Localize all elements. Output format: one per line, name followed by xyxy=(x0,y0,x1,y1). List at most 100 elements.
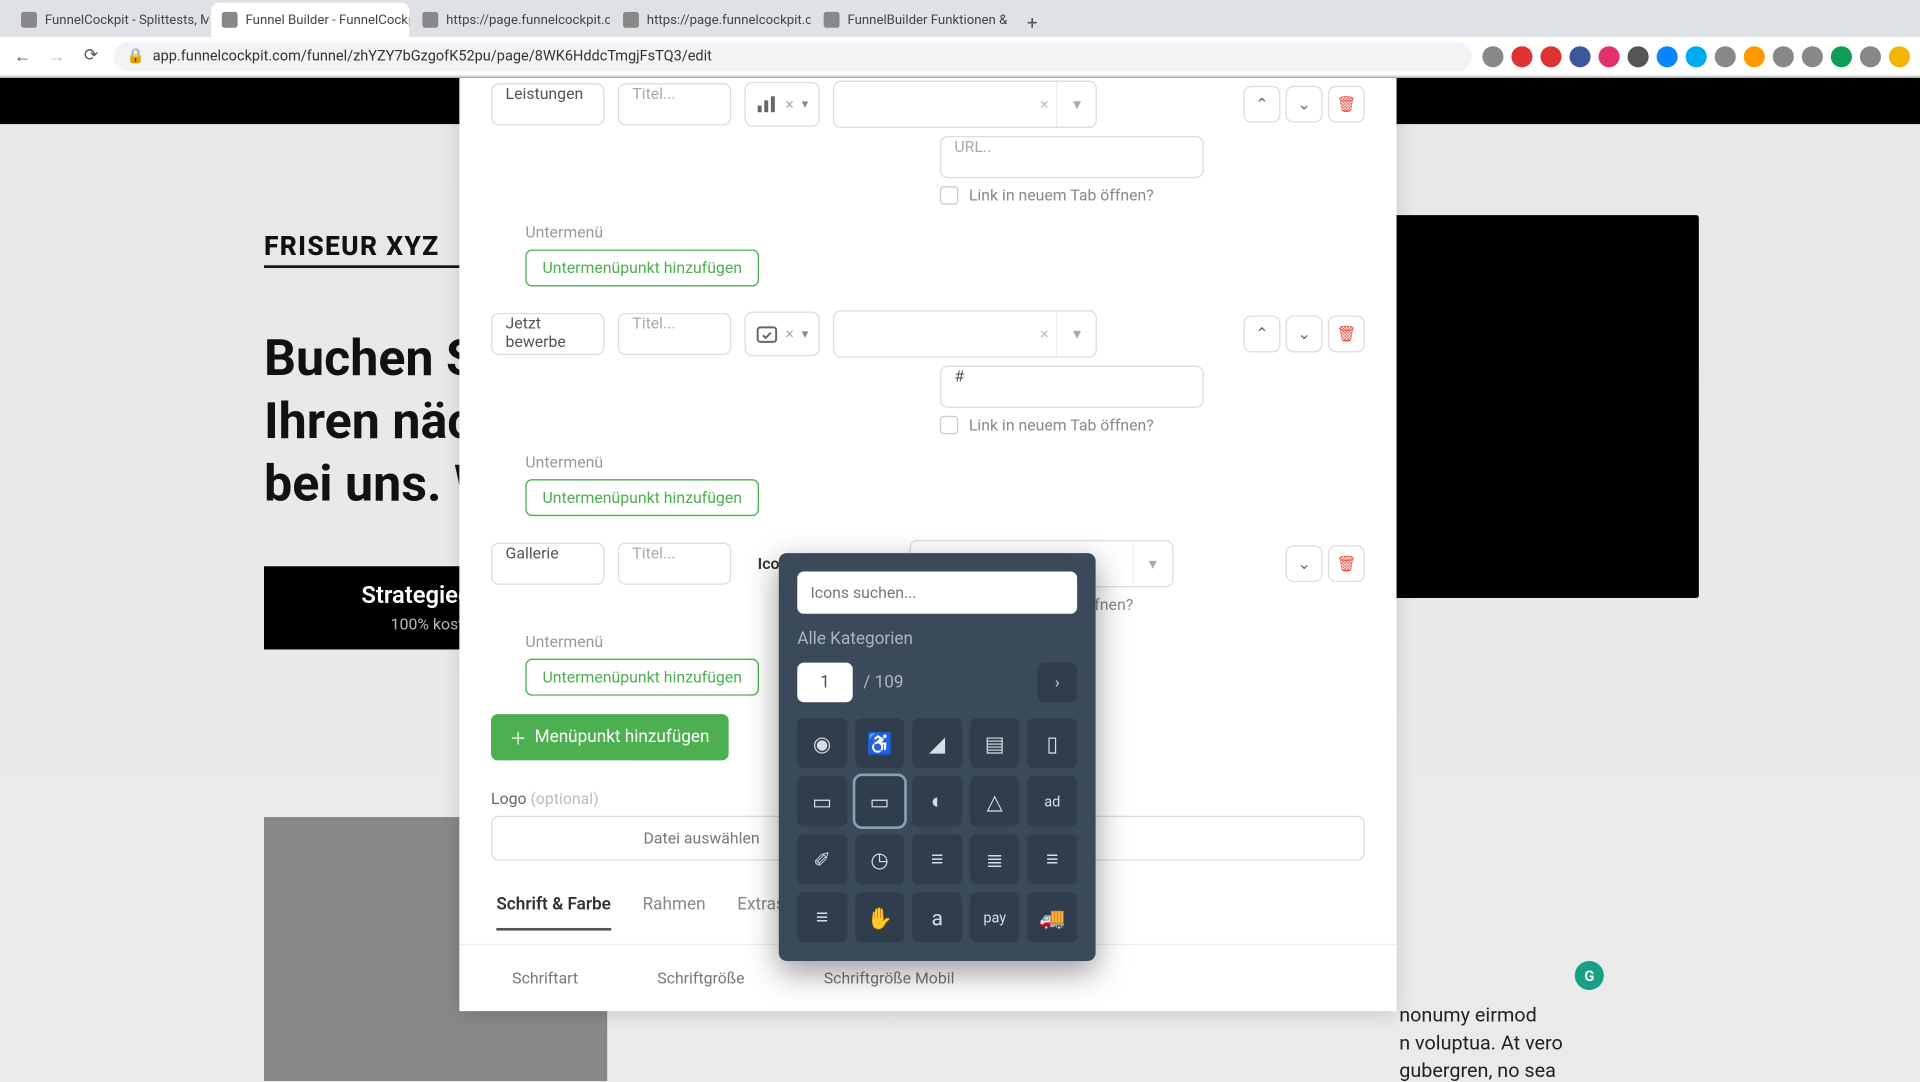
extension-icon[interactable] xyxy=(1889,46,1910,67)
chart-bar-icon xyxy=(756,95,777,113)
id-card-icon[interactable]: ▭ xyxy=(797,776,847,826)
contact-card-icon[interactable]: ▭ xyxy=(855,776,905,826)
icon-page-next-button[interactable]: › xyxy=(1038,663,1078,703)
browser-tab[interactable]: https://page.funnelcockpit.co× xyxy=(612,3,810,37)
extension-icon[interactable] xyxy=(1715,46,1736,67)
icon-select[interactable]: × ▾ xyxy=(744,82,820,127)
extension-icon[interactable] xyxy=(1657,46,1678,67)
brand-underline xyxy=(264,265,462,268)
clear-icon[interactable]: × xyxy=(1040,95,1048,113)
clear-icon[interactable]: × xyxy=(785,325,793,343)
menu-item-row: Leistungen Titel... × ▾ × ▾ ⌃ ⌄ 🗑 xyxy=(459,78,1396,128)
icon-category-select[interactable]: Alle Kategorien xyxy=(797,630,1077,650)
clear-icon[interactable]: × xyxy=(785,95,793,113)
brush-icon[interactable]: ✐ xyxy=(797,834,847,884)
move-up-button[interactable]: ⌃ xyxy=(1243,86,1280,123)
add-submenu-button[interactable]: Untermenüpunkt hinzufügen xyxy=(525,659,759,696)
menu-name-input[interactable]: Jetzt bewerbe xyxy=(491,313,605,355)
submenu-label: Untermenü xyxy=(525,453,1365,471)
tab-schrift-farbe[interactable]: Schrift & Farbe xyxy=(496,895,611,931)
reload-button[interactable]: ⟳ xyxy=(79,44,103,68)
wheelchair-icon[interactable]: ♿ xyxy=(855,718,905,768)
delete-button[interactable]: 🗑 xyxy=(1328,315,1365,352)
forward-button[interactable]: → xyxy=(45,44,69,68)
menu-name-input[interactable]: Gallerie xyxy=(491,543,605,585)
tab-extras[interactable]: Extras xyxy=(737,895,785,931)
id-badge-icon[interactable]: ▯ xyxy=(1027,718,1077,768)
browser-tab[interactable]: Funnel Builder - FunnelCockpit× xyxy=(211,3,409,37)
move-down-button[interactable]: ⌄ xyxy=(1286,86,1323,123)
chevron-down-icon: ▾ xyxy=(1057,82,1097,127)
font-size-label: Schriftgröße xyxy=(657,969,744,987)
menu-name-input[interactable]: Leistungen xyxy=(491,83,605,125)
align-center-icon[interactable]: ≡ xyxy=(912,834,962,884)
extension-icon[interactable] xyxy=(1569,46,1590,67)
move-up-button[interactable]: ⌃ xyxy=(1243,315,1280,352)
align-left-icon[interactable]: ≡ xyxy=(1027,834,1077,884)
tab-rahmen[interactable]: Rahmen xyxy=(643,895,706,931)
stopwatch-icon[interactable]: ◷ xyxy=(855,834,905,884)
checkbox-label: Link in neuem Tab öffnen? xyxy=(969,186,1154,204)
extension-icon[interactable] xyxy=(1860,46,1881,67)
extension-icon[interactable] xyxy=(1744,46,1765,67)
add-submenu-button[interactable]: Untermenüpunkt hinzufügen xyxy=(525,479,759,516)
fingerprint-icon[interactable]: ◉ xyxy=(797,718,847,768)
favicon-icon xyxy=(222,12,238,28)
browser-tab[interactable]: FunnelBuilder Funktionen & Ei× xyxy=(813,3,1011,37)
url-input[interactable]: URL.. xyxy=(940,136,1204,178)
align-justify-icon[interactable]: ≣ xyxy=(970,834,1020,884)
extension-icon[interactable] xyxy=(1540,46,1561,67)
icon-picker-popover: Alle Kategorien 1 / 109 › ◉♿◢▤▯▭▭◐△ad✐◷≡… xyxy=(779,553,1096,961)
contrast-icon[interactable]: ◐ xyxy=(912,776,962,826)
browser-tab[interactable]: FunnelCockpit - Splittests, Ma× xyxy=(11,3,209,37)
a-triangle-icon[interactable]: △ xyxy=(970,776,1020,826)
move-down-button[interactable]: ⌄ xyxy=(1286,315,1323,352)
delete-button[interactable]: 🗑 xyxy=(1328,86,1365,123)
extension-icon[interactable] xyxy=(1802,46,1823,67)
triangle-pen-icon[interactable]: ◢ xyxy=(912,718,962,768)
icon-page-input[interactable]: 1 xyxy=(797,663,852,703)
chevron-down-icon: ▾ xyxy=(1057,312,1097,357)
back-button[interactable]: ← xyxy=(11,44,35,68)
hand-icon[interactable]: ✋ xyxy=(855,892,905,942)
ad-icon[interactable]: ad xyxy=(1027,776,1077,826)
checkbox-label: Link in neuem Tab öffnen? xyxy=(969,416,1154,434)
extension-icon[interactable] xyxy=(1773,46,1794,67)
new-tab-button[interactable]: + xyxy=(1019,11,1045,37)
move-down-button[interactable]: ⌄ xyxy=(1286,545,1323,582)
address-book-icon[interactable]: ▤ xyxy=(970,718,1020,768)
shipping-truck-icon[interactable]: 🚚 xyxy=(1027,892,1077,942)
menu-title-input[interactable]: Titel... xyxy=(618,543,732,585)
extension-icon[interactable] xyxy=(1686,46,1707,67)
icon-select[interactable]: × ▾ xyxy=(744,312,820,357)
extension-icon[interactable] xyxy=(1831,46,1852,67)
icon-search-input[interactable] xyxy=(797,572,1077,614)
add-submenu-button[interactable]: Untermenüpunkt hinzufügen xyxy=(525,249,759,286)
tab-label: https://page.funnelcockpit.co xyxy=(446,13,610,28)
amazon-icon[interactable]: a xyxy=(912,892,962,942)
url-input[interactable]: 🔒 app.funnelcockpit.com/funnel/zhYZY7bGz… xyxy=(114,42,1472,71)
new-tab-checkbox[interactable] xyxy=(940,416,958,434)
clear-icon[interactable]: × xyxy=(1040,325,1048,343)
extension-icon[interactable] xyxy=(1511,46,1532,67)
grammarly-badge-icon[interactable]: G xyxy=(1575,961,1604,990)
page-select[interactable]: × ▾ xyxy=(833,310,1097,358)
menu-title-input[interactable]: Titel... xyxy=(618,83,732,125)
add-menu-item-button[interactable]: ＋ Menüpunkt hinzufügen xyxy=(491,714,728,760)
url-input[interactable]: # xyxy=(940,366,1204,408)
url-text: app.funnelcockpit.com/funnel/zhYZY7bGzgo… xyxy=(153,48,712,65)
align-right-icon[interactable]: ≡ xyxy=(797,892,847,942)
delete-button[interactable]: 🗑 xyxy=(1328,545,1365,582)
page-select[interactable]: × ▾ xyxy=(833,81,1097,129)
menu-title-input[interactable]: Titel... xyxy=(618,313,732,355)
font-family-label: Schriftart xyxy=(512,969,578,987)
extension-icon[interactable] xyxy=(1628,46,1649,67)
extension-icon[interactable] xyxy=(1482,46,1503,67)
chevron-down-icon: ▾ xyxy=(802,97,809,112)
extension-icon[interactable] xyxy=(1599,46,1620,67)
logo-label: Logo xyxy=(491,789,526,807)
browser-tab[interactable]: https://page.funnelcockpit.co× xyxy=(412,3,610,37)
calendar-check-icon xyxy=(756,325,777,343)
amazon-pay-icon[interactable]: pay xyxy=(970,892,1020,942)
new-tab-checkbox[interactable] xyxy=(940,186,958,204)
